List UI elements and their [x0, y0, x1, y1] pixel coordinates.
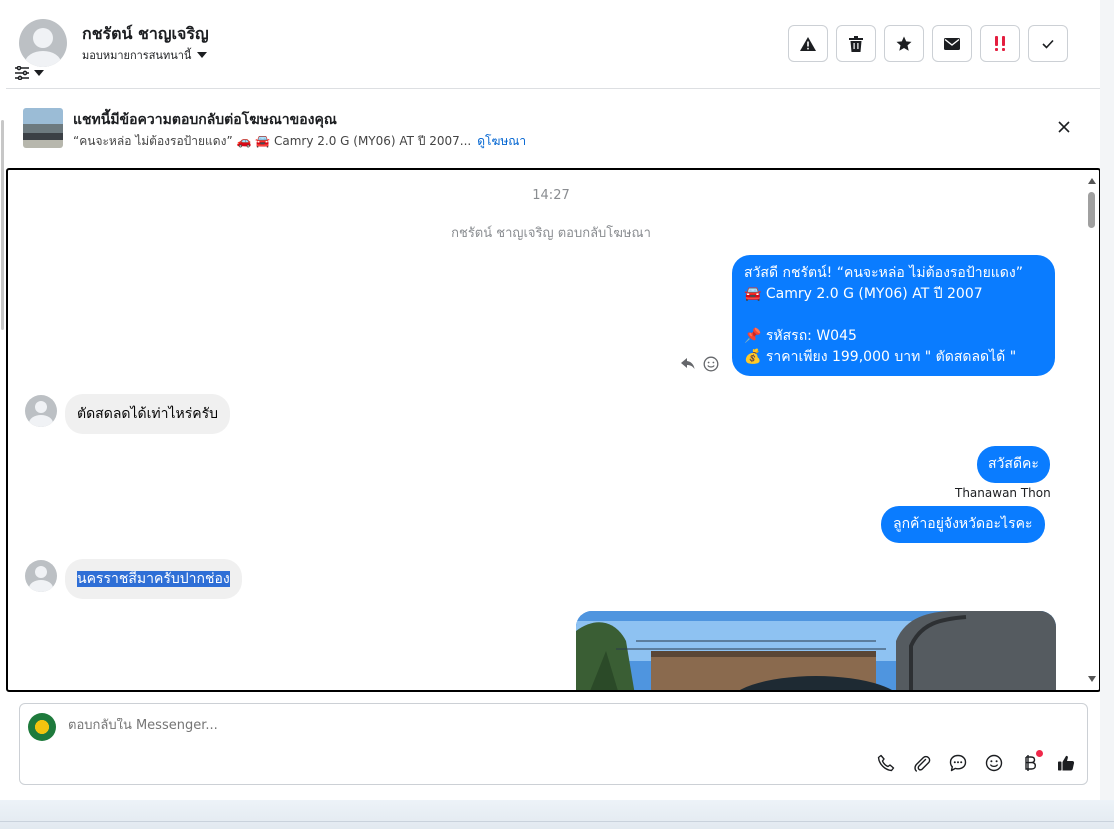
envelope-icon — [944, 37, 960, 50]
chat-bubble-icon — [949, 754, 967, 772]
reply-input[interactable] — [68, 718, 768, 733]
assign-conversation-dropdown[interactable]: มอบหมายการสนทนานี้ — [82, 46, 208, 64]
outgoing-message: สวัสดีคะ — [977, 446, 1050, 483]
trash-icon — [849, 35, 863, 52]
star-icon — [896, 36, 912, 51]
message-composer — [19, 703, 1088, 785]
inbox-conversation-view: กชรัตน์ ชาญเจริญ มอบหมายการสนทนานี้ แชทน… — [0, 0, 1101, 800]
page-scrollbar-left — [0, 0, 6, 800]
sliders-icon — [15, 66, 29, 80]
spam-button[interactable] — [788, 25, 828, 62]
reply-icon[interactable] — [681, 358, 695, 370]
delete-button[interactable] — [836, 25, 876, 62]
window-gutter — [1100, 0, 1114, 800]
window-bottom-band — [0, 800, 1114, 829]
photo-attachment[interactable] — [576, 611, 1056, 690]
system-note: กชรัตน์ ชาญเจริญ ตอบกลับโฆษณา — [451, 226, 651, 241]
conversation-header: กชรัตน์ ชาญเจริญ มอบหมายการสนทนานี้ — [0, 0, 1100, 89]
composer-tools — [875, 750, 1077, 774]
ad-banner-title: แชทนี้มีข้อความตอบกลับต่อโฆษณาของคุณ — [73, 112, 337, 128]
checkmark-icon — [1042, 39, 1054, 49]
mark-done-button[interactable] — [1028, 25, 1068, 62]
emoji-button[interactable] — [983, 752, 1005, 774]
paperclip-icon — [914, 755, 931, 772]
contact-avatar-small — [25, 560, 57, 592]
phone-icon — [877, 754, 895, 772]
attach-button[interactable] — [911, 752, 933, 774]
scroll-up-arrow-icon[interactable] — [1088, 178, 1096, 184]
ad-welcome-message: สวัสดี กชรัตน์! “คนจะหล่อ ไม่ต้องรอป้ายแ… — [732, 255, 1055, 376]
close-icon — [1058, 121, 1070, 133]
mark-unread-button[interactable] — [932, 25, 972, 62]
outgoing-message: ลูกค้าอยู่จังหวัดอะไรคะ — [881, 506, 1045, 543]
star-button[interactable] — [884, 25, 924, 62]
saved-replies-button[interactable] — [947, 752, 969, 774]
filter-button[interactable] — [14, 64, 54, 82]
page-avatar — [28, 713, 56, 741]
notification-dot — [1036, 750, 1043, 757]
ad-banner-subtitle: “คนจะหล่อ ไม่ต้องรอป้ายแดง” 🚗 🚘 Camry 2.… — [73, 132, 526, 151]
emoji-reaction-icon[interactable] — [703, 356, 719, 372]
message-actions — [681, 356, 719, 372]
chevron-down-icon — [34, 70, 44, 76]
emoji-icon — [985, 754, 1003, 772]
thumbs-up-icon — [1058, 755, 1075, 771]
car-photo — [576, 611, 1056, 690]
scrollbar-thumb[interactable] — [1088, 192, 1095, 228]
baht-icon — [1025, 755, 1037, 771]
incoming-message: นครราชสีมาครับปากช่อง — [65, 559, 242, 599]
ad-thumbnail[interactable] — [23, 108, 63, 148]
call-button[interactable] — [875, 752, 897, 774]
contact-avatar-small — [25, 395, 57, 427]
follow-up-button[interactable] — [980, 25, 1020, 62]
contact-name: กชรัตน์ ชาญเจริญ — [82, 24, 209, 43]
thread-scrollbar[interactable] — [1085, 170, 1099, 690]
scroll-down-arrow-icon[interactable] — [1088, 676, 1096, 682]
header-actions — [788, 25, 1068, 62]
message-thread[interactable]: 14:27 กชรัตน์ ชาญเจริญ ตอบกลับโฆษณา สวัส… — [6, 168, 1101, 692]
incoming-message: ตัดสดลดได้เท่าไหร่ครับ — [65, 394, 231, 434]
like-button[interactable] — [1055, 752, 1077, 774]
message-timestamp: 14:27 — [532, 188, 570, 203]
ad-reply-banner: แชทนี้มีข้อความตอบกลับต่อโฆษณาของคุณ “คน… — [8, 89, 1100, 167]
sender-label: Thanawan Thon — [955, 486, 1051, 500]
view-ad-link[interactable]: ดูโฆษณา — [477, 134, 526, 148]
assign-label: มอบหมายการสนทนานี้ — [82, 49, 192, 62]
double-exclamation-icon — [995, 35, 1005, 51]
chevron-down-icon — [197, 52, 208, 58]
payment-button[interactable] — [1019, 750, 1043, 774]
close-banner-button[interactable] — [1054, 117, 1074, 137]
warning-icon — [800, 36, 816, 51]
contact-avatar[interactable] — [19, 19, 67, 67]
selected-text: นครราชสีมาครับปากช่อง — [77, 571, 230, 587]
ad-banner-text: “คนจะหล่อ ไม่ต้องรอป้ายแดง” 🚗 🚘 Camry 2.… — [73, 134, 472, 148]
